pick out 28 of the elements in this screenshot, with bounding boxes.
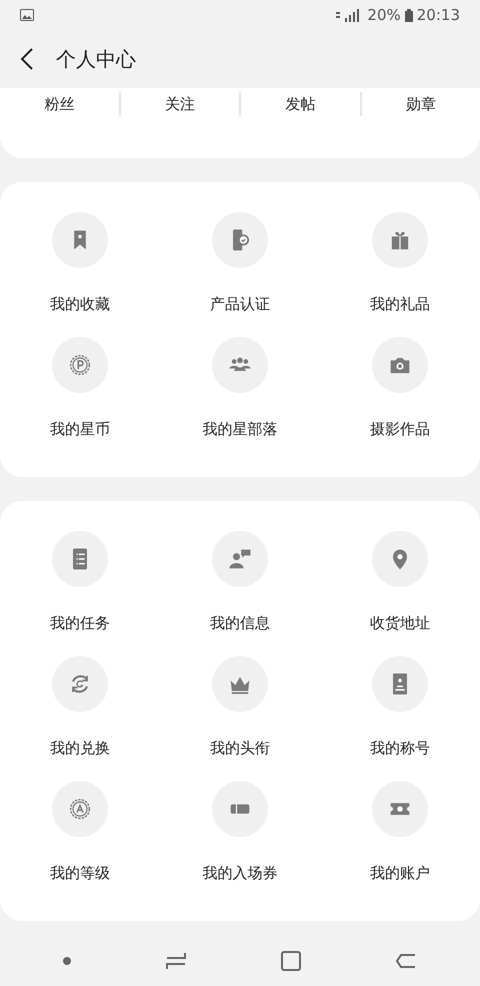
menu-item[interactable]: 我的收藏 bbox=[0, 212, 160, 314]
menu-item[interactable]: 我的任务 bbox=[0, 531, 160, 633]
clock-time: 20:13 bbox=[416, 4, 460, 26]
menu-item[interactable]: 我的头衔 bbox=[160, 656, 320, 758]
stat-tab[interactable]: 关注 bbox=[164, 92, 195, 116]
battery-icon bbox=[404, 8, 413, 22]
menu-item[interactable]: 我的星币 bbox=[0, 337, 160, 439]
recent-apps-button[interactable] bbox=[165, 952, 187, 970]
image-icon bbox=[20, 9, 34, 21]
stat-tab[interactable]: 发帖 bbox=[285, 92, 316, 116]
menu-item[interactable]: 我的账户 bbox=[320, 781, 480, 883]
menu-item[interactable]: 我的等级 bbox=[0, 781, 160, 883]
menu-item[interactable]: 我的兑换 bbox=[0, 656, 160, 758]
battery-percent: 20% bbox=[367, 4, 401, 26]
home-button[interactable] bbox=[281, 951, 301, 971]
menu-item[interactable]: 产品认证 bbox=[160, 212, 320, 314]
stat-tab[interactable]: 粉丝 bbox=[44, 92, 74, 116]
back-nav-button[interactable] bbox=[395, 952, 417, 970]
menu-item[interactable]: 我的称号 bbox=[320, 656, 480, 758]
menu-item[interactable]: 我的星部落 bbox=[160, 337, 320, 439]
menu-item[interactable]: 我的礼品 bbox=[320, 212, 480, 314]
menu-item[interactable]: 收货地址 bbox=[320, 531, 480, 633]
nav-dot-button[interactable] bbox=[63, 957, 71, 965]
menu-item[interactable]: 我的入场券 bbox=[160, 781, 320, 883]
menu-item[interactable]: 我的信息 bbox=[160, 531, 320, 633]
menu-item[interactable]: 摄影作品 bbox=[320, 337, 480, 439]
stat-tab[interactable]: 勋章 bbox=[406, 92, 436, 116]
page-title: 个人中心 bbox=[56, 46, 136, 73]
